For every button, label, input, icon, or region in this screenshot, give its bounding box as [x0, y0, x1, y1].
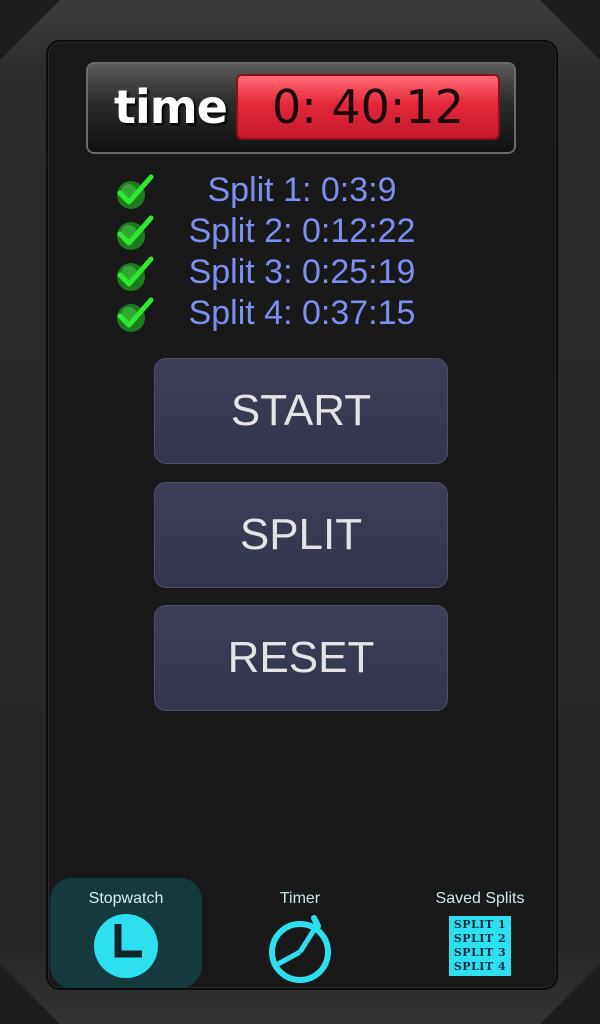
device-frame: time 0: 40:12 Split 1: 0:3:9 Split 2: 0:… — [0, 0, 600, 1024]
split-row: Split 1: 0:3:9 — [112, 170, 492, 211]
tab-label: Timer — [279, 890, 321, 907]
split-button[interactable]: SPLIT — [154, 482, 448, 588]
bottom-tab-bar: Stopwatch Timer Saved Splits SPLIT 1 SPL… — [48, 868, 556, 988]
start-button[interactable]: START — [154, 358, 448, 464]
split-row: Split 2: 0:12:22 — [112, 211, 492, 252]
timer-icon — [269, 915, 331, 983]
split-time-text: Split 2: 0:12:22 — [188, 212, 416, 250]
split-time-text: Split 4: 0:37:15 — [188, 294, 416, 332]
saved-icon-line: SPLIT 4 — [453, 960, 507, 973]
split-time-text: Split 3: 0:25:19 — [188, 253, 416, 291]
tab-saved-splits[interactable]: Saved Splits SPLIT 1 SPLIT 2 SPLIT 3 SPL… — [404, 878, 556, 988]
reset-button[interactable]: RESET — [154, 605, 448, 711]
tab-label: Stopwatch — [88, 890, 164, 907]
split-time-text: Split 1: 0:3:9 — [207, 171, 397, 209]
saved-icon-line: SPLIT 1 — [453, 918, 507, 931]
tab-timer[interactable]: Timer — [224, 878, 376, 988]
saved-icon-line: SPLIT 3 — [453, 946, 507, 959]
split-list: Split 1: 0:3:9 Split 2: 0:12:22 Split 3:… — [112, 170, 492, 334]
split-row: Split 4: 0:37:15 — [112, 293, 492, 334]
saved-icon-line: SPLIT 2 — [453, 932, 507, 945]
saved-splits-icon: SPLIT 1 SPLIT 2 SPLIT 3 SPLIT 4 — [449, 916, 511, 976]
elapsed-time-display: 0: 40:12 — [236, 74, 500, 140]
time-label: time — [114, 80, 228, 134]
split-row: Split 3: 0:25:19 — [112, 252, 492, 293]
app-screen: time 0: 40:12 Split 1: 0:3:9 Split 2: 0:… — [46, 40, 558, 990]
tab-label: Saved Splits — [435, 890, 525, 907]
tab-stopwatch[interactable]: Stopwatch — [50, 878, 202, 988]
clock-icon — [94, 914, 158, 978]
time-panel: time 0: 40:12 — [86, 62, 516, 154]
